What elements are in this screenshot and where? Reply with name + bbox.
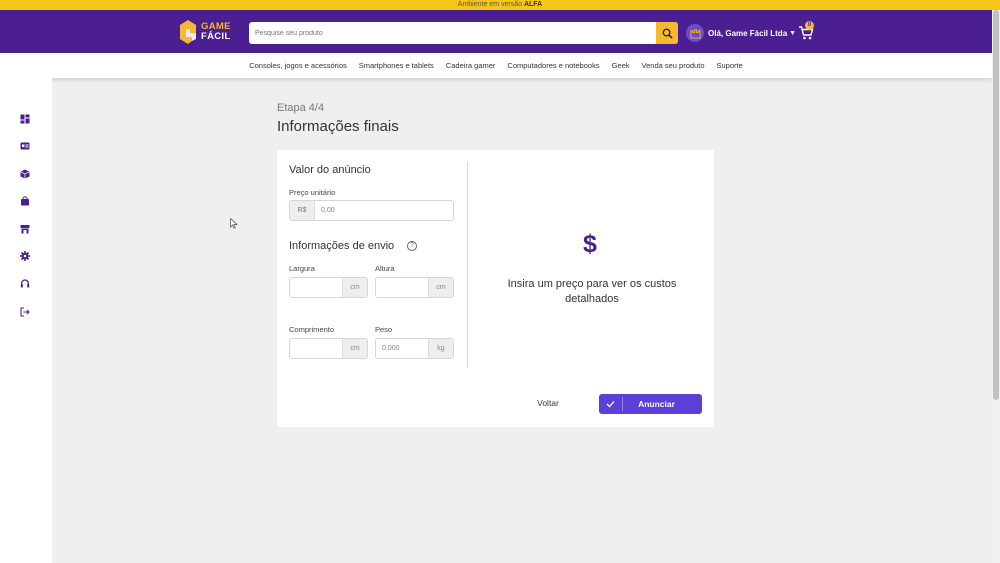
cost-hint-text: Insira um preço para ver os custos detal… [507,278,677,305]
search-button[interactable] [656,22,678,44]
page-scrollbar[interactable] [992,10,1000,563]
logo-mark-icon [180,19,196,44]
length-field: cm [289,338,368,359]
banner-highlight: ALFA [523,1,543,8]
store-icon[interactable] [20,224,30,234]
dollar-icon: $ [583,230,597,258]
width-unit: cm [342,278,367,297]
back-button[interactable]: Voltar [527,396,569,410]
publish-button-label: Anunciar [638,399,675,409]
nav-item-cadeira-gamer[interactable]: Cadeira gamer [446,61,496,70]
column-divider [467,162,468,368]
nav-item-suporte[interactable]: Suporte [717,61,743,70]
alpha-version-banner: Ambiente em versão ALFA [0,0,1000,10]
length-input[interactable] [290,339,342,358]
weight-unit: kg [428,339,453,358]
banner-text: Ambiente em versão [457,1,522,8]
avatar [686,24,704,42]
page-title: Informações finais [277,118,399,135]
search-icon [662,28,673,39]
user-greeting: Olá, Game Fácil Ltda [708,28,788,38]
publish-button[interactable]: Anunciar [599,394,702,414]
final-info-card: Valor do anúncio Preço unitário R$ Infor… [277,150,714,427]
scroll-thumb[interactable] [993,10,999,400]
logo-line2: FÁCIL [201,30,231,42]
nav-item-geek[interactable]: Geek [612,61,630,70]
width-field: cm [289,277,368,298]
top-header: GAME FÁCIL Olá, Game Fácil Ltda ▼ 0 [0,10,992,53]
box-icon[interactable] [20,169,30,179]
height-label: Altura [375,264,395,273]
unit-price-input[interactable] [315,201,453,220]
nav-item-computadores[interactable]: Computadores e notebooks [507,61,599,70]
category-nav: Consoles, jogos e acessórios Smartphones… [0,53,992,78]
game-facil-logo[interactable]: GAME FÁCIL [178,18,231,45]
search-input[interactable] [249,22,656,44]
price-section-title: Valor do anúncio [289,164,371,176]
step-indicator: Etapa 4/4 [277,102,325,114]
currency-prefix: R$ [290,201,315,220]
shopping-bag-icon[interactable] [20,196,30,206]
weight-input[interactable] [376,339,428,358]
cart-count-badge: 0 [805,21,814,30]
settings-icon[interactable] [20,251,30,261]
height-input[interactable] [376,278,428,297]
height-field: cm [375,277,454,298]
headset-icon[interactable] [20,279,30,289]
check-icon [599,397,623,411]
nav-item-smartphones[interactable]: Smartphones e tablets [359,61,434,70]
weight-label: Peso [375,325,393,334]
side-nav [0,78,52,563]
length-unit: cm [342,339,367,358]
user-menu[interactable]: Olá, Game Fácil Ltda ▼ [686,23,796,43]
nav-item-consoles[interactable]: Consoles, jogos e acessórios [249,61,347,70]
chevron-down-icon: ▼ [789,29,797,37]
weight-field: kg [375,338,454,359]
shipping-section-title: Informações de envio [289,240,395,252]
castle-icon [689,28,701,39]
search-bar [249,22,678,44]
profile-card-icon[interactable] [20,141,30,151]
info-icon[interactable]: ? [407,241,417,251]
unit-price-field: R$ [289,200,454,221]
nav-item-venda[interactable]: Venda seu produto [642,61,705,70]
mouse-cursor-icon [230,218,238,229]
logo-text: GAME FÁCIL [201,20,231,42]
logout-icon[interactable] [20,307,30,317]
dashboard-icon[interactable] [20,114,30,124]
unit-price-label: Preço unitário [289,188,336,197]
height-unit: cm [428,278,453,297]
width-input[interactable] [290,278,342,297]
length-label: Comprimento [289,325,335,334]
width-label: Largura [289,264,315,273]
logo-line1: GAME [201,20,231,32]
